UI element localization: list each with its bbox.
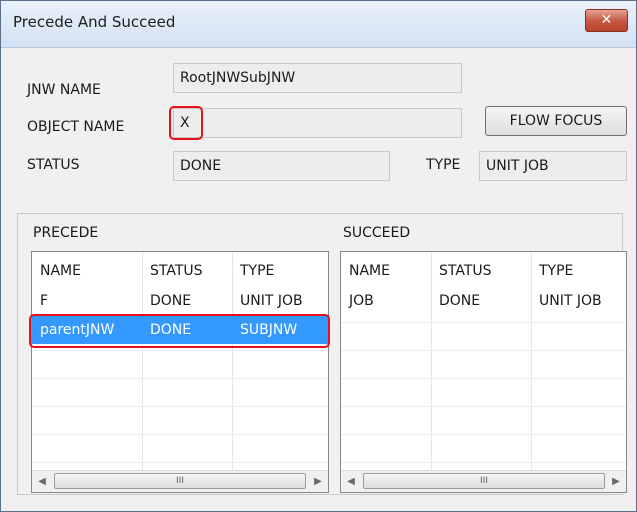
precede-list[interactable]: NAME STATUS TYPE F DONE UNIT JOB parentJ… (31, 251, 329, 493)
succeed-col-type[interactable]: TYPE (531, 257, 626, 285)
precede-col-name[interactable]: NAME (32, 257, 142, 285)
precede-cell-name: F (40, 293, 49, 309)
type-field[interactable]: UNIT JOB (479, 151, 627, 181)
scroll-thumb[interactable]: III (363, 473, 605, 489)
window-title: Precede And Succeed (13, 13, 176, 31)
jnw-name-label: JNW NAME (27, 82, 101, 98)
flow-focus-button[interactable]: FLOW FOCUS (485, 106, 627, 136)
precede-cell-status: DONE (150, 293, 192, 309)
arrow-left-icon[interactable]: ◀ (32, 471, 52, 492)
precede-horizontal-scrollbar[interactable]: ◀ III ▶ (32, 470, 328, 492)
precede-header: NAME STATUS TYPE (32, 257, 328, 285)
succeed-row[interactable]: JOB DONE UNIT JOB (341, 287, 626, 315)
scroll-thumb[interactable]: III (54, 473, 306, 489)
object-name-label: OBJECT NAME (27, 119, 125, 135)
succeed-header: NAME STATUS TYPE (341, 257, 626, 285)
arrow-left-icon[interactable]: ◀ (341, 471, 361, 492)
succeed-title: SUCCEED (343, 225, 411, 241)
type-label: TYPE (426, 157, 461, 173)
precede-row[interactable]: F DONE UNIT JOB (32, 287, 328, 315)
succeed-cell-status: DONE (439, 293, 481, 309)
arrow-right-icon[interactable]: ▶ (308, 471, 328, 492)
arrow-right-icon[interactable]: ▶ (606, 471, 626, 492)
title-bar: Precede And Succeed ✕ (1, 1, 636, 48)
close-button[interactable]: ✕ (585, 9, 628, 32)
precede-cell-type: UNIT JOB (240, 293, 303, 309)
succeed-cell-type: UNIT JOB (539, 293, 602, 309)
status-field[interactable]: DONE (173, 151, 390, 181)
selected-row-highlight (29, 314, 330, 348)
jnw-name-field[interactable]: RootJNWSubJNW (173, 63, 462, 93)
object-name-field[interactable]: X (173, 108, 462, 138)
status-label: STATUS (27, 157, 80, 173)
precede-col-status[interactable]: STATUS (142, 257, 232, 285)
precede-succeed-dialog: Precede And Succeed ✕ JNW NAME RootJNWSu… (0, 0, 637, 512)
succeed-horizontal-scrollbar[interactable]: ◀ III ▶ (341, 470, 626, 492)
precede-col-type[interactable]: TYPE (232, 257, 328, 285)
succeed-list[interactable]: NAME STATUS TYPE JOB DONE UNIT JOB ◀ III… (340, 251, 627, 493)
precede-title: PRECEDE (33, 225, 99, 241)
succeed-col-name[interactable]: NAME (341, 257, 431, 285)
succeed-col-status[interactable]: STATUS (431, 257, 531, 285)
object-name-highlight (169, 106, 203, 140)
succeed-cell-name: JOB (349, 293, 374, 309)
